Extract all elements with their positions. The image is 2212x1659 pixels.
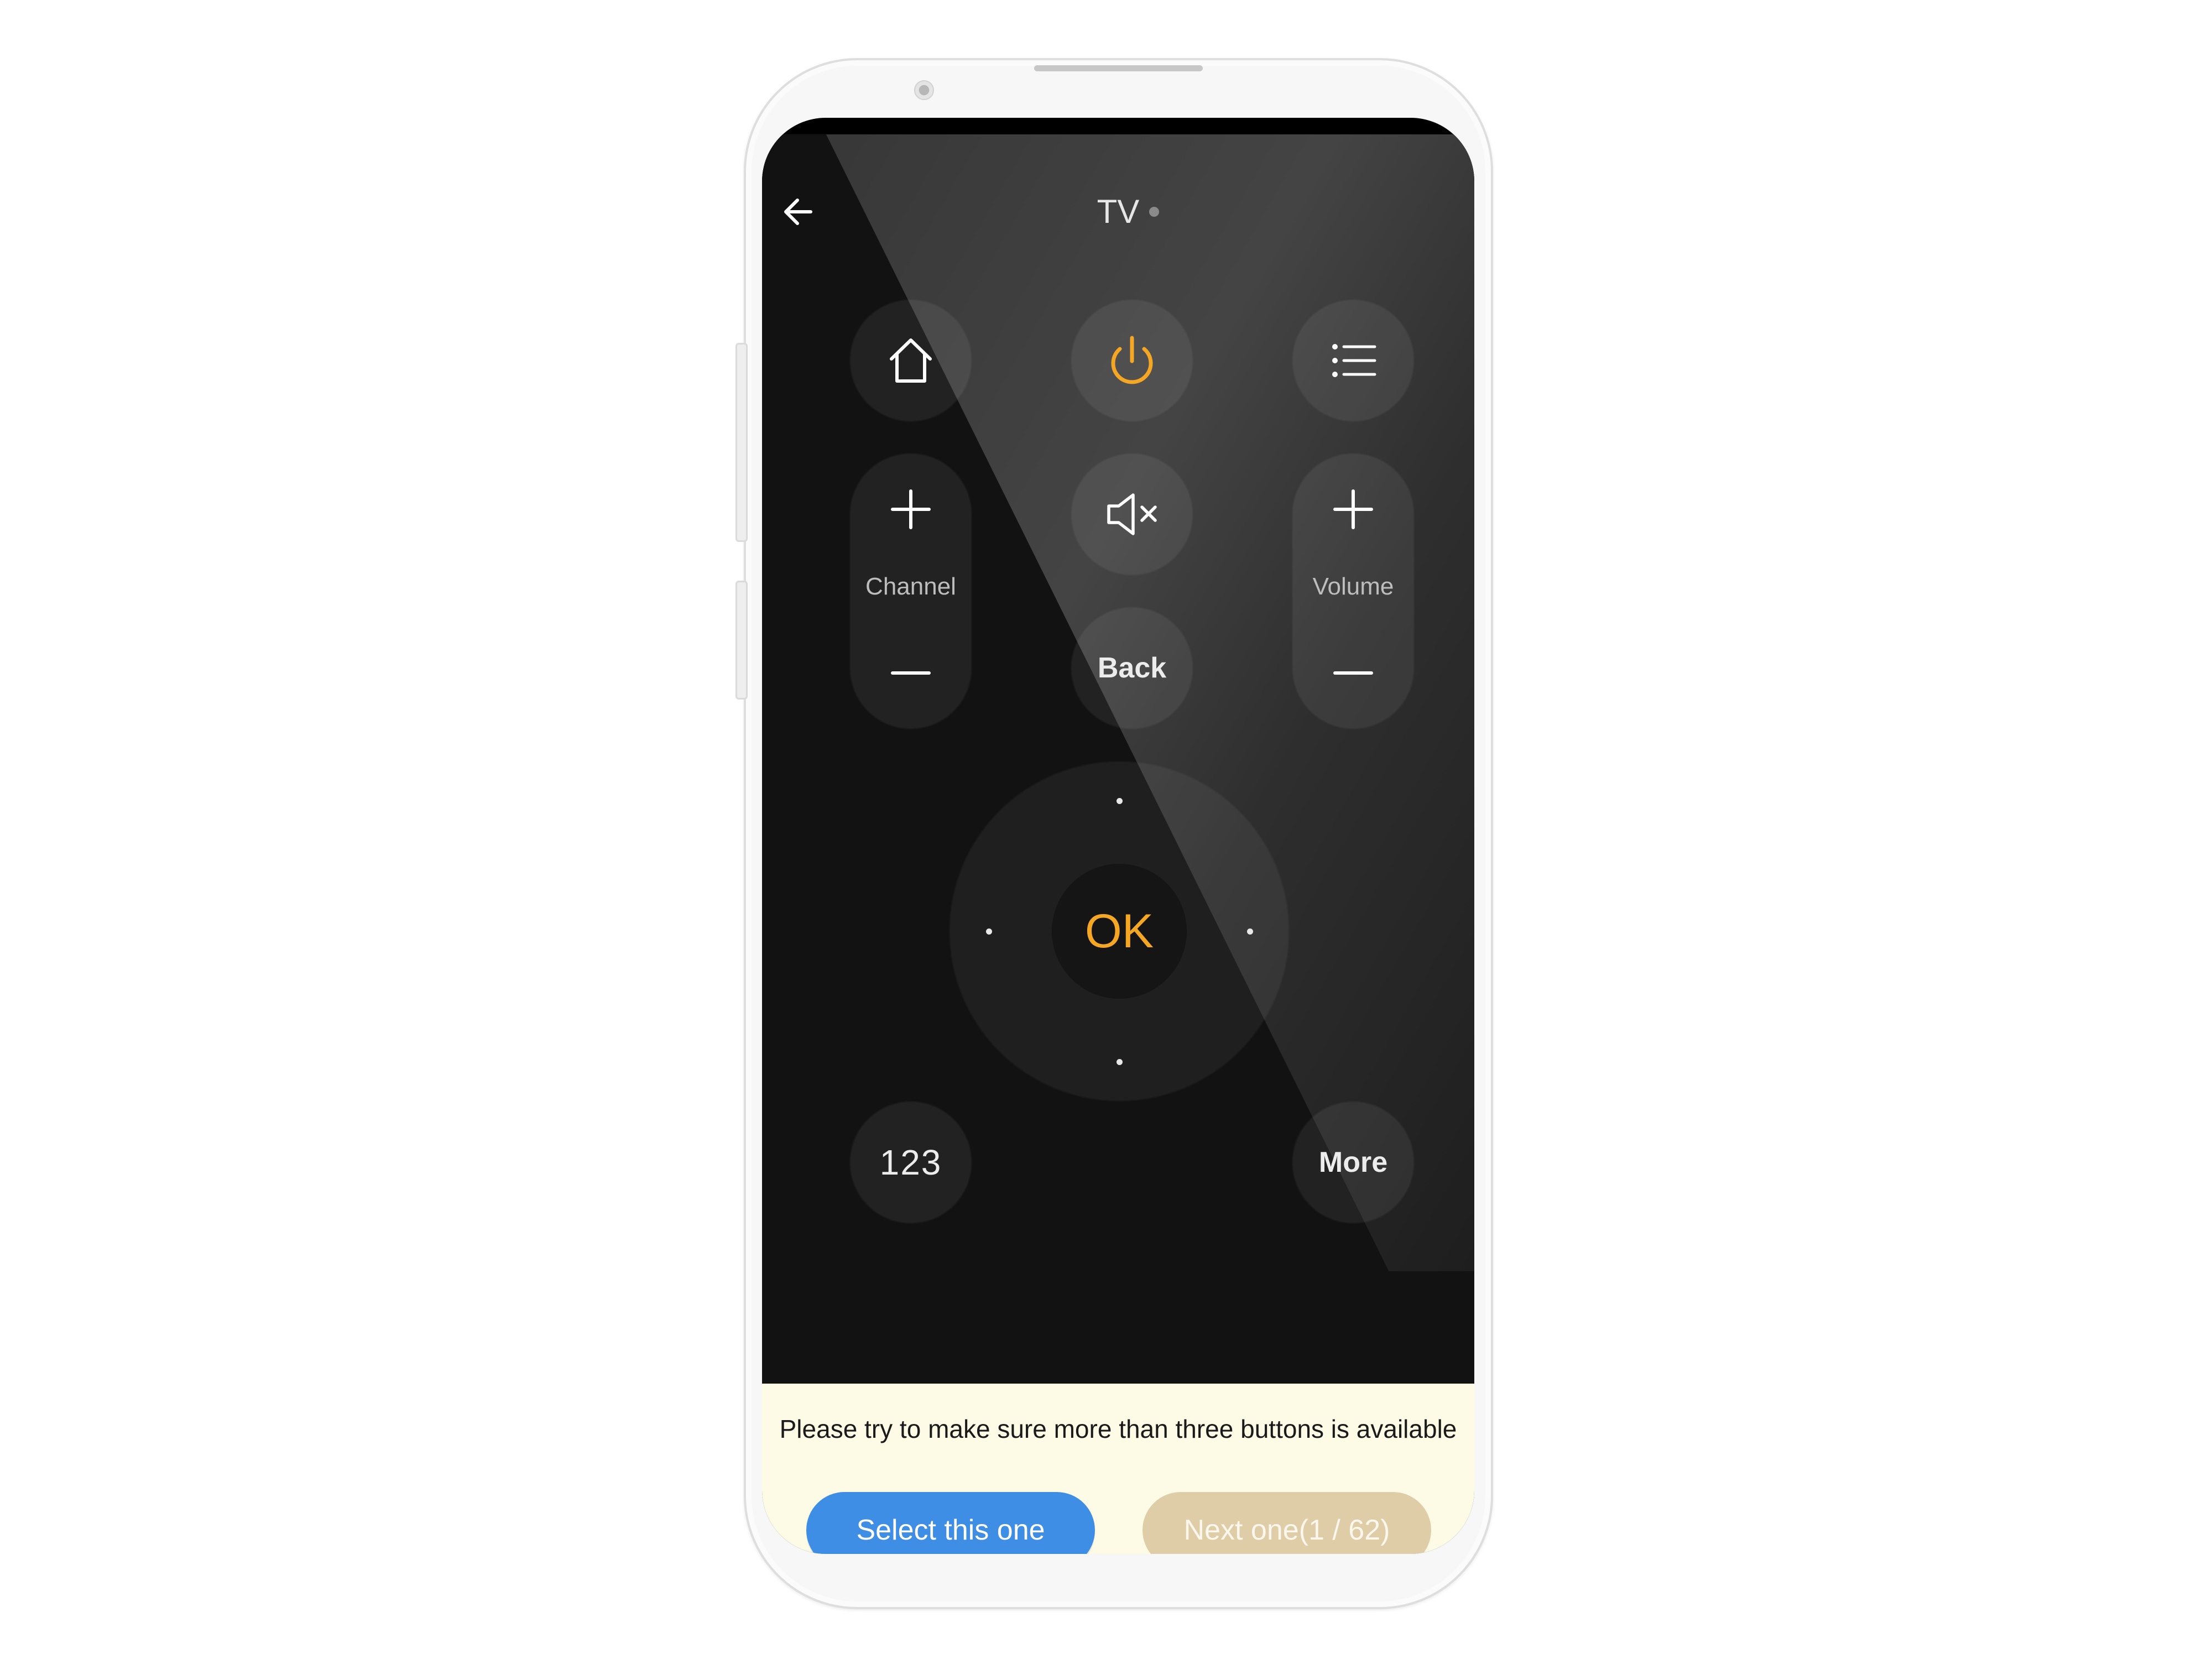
channel-up-button[interactable] [851,465,971,554]
dpad-left-dot [985,928,992,935]
next-one-button[interactable]: Next one(1 / 62) [1142,1492,1431,1554]
minus-icon [1333,671,1373,675]
home-icon [890,338,932,383]
mute-icon [1107,493,1157,535]
connection-status-dot [1149,207,1159,217]
volume-control: Volume [1293,454,1413,728]
dpad-right-dot [1246,928,1253,935]
phone-screen: TV Channel Volume Back OK 123 More Pleas… [762,118,1474,1554]
numpad-button[interactable]: 123 [851,1102,971,1223]
volume-down-button[interactable] [1293,629,1413,717]
select-this-one-button[interactable]: Select this one [806,1492,1095,1554]
front-camera [914,80,934,100]
dpad-right-button[interactable] [1217,898,1283,964]
channel-control: Channel [851,454,971,728]
menu-list-icon [1332,344,1376,377]
remote-app: TV Channel Volume Back OK 123 More [762,134,1474,1384]
ok-button[interactable]: OK [1052,864,1187,999]
remote-test-panel: Please try to make sure more than three … [762,1384,1474,1554]
numpad-button-label: 123 [879,1142,942,1182]
home-button[interactable] [851,300,971,421]
earpiece-speaker [1034,65,1203,71]
menu-button[interactable] [1293,300,1413,421]
power-icon [1111,336,1153,384]
channel-label: Channel [865,573,956,600]
mute-button[interactable] [1072,454,1192,575]
page-title: TV [1097,193,1140,230]
volume-label: Volume [1312,573,1394,600]
side-button-upper [735,343,748,542]
device-scene: TV Channel Volume Back OK 123 More Pleas… [0,0,2212,1659]
back-button-label: Back [1097,652,1167,684]
test-instruction-text: Please try to make sure more than three … [779,1415,1457,1443]
dpad-up-button[interactable] [1086,768,1152,834]
dpad-down-dot [1116,1058,1123,1065]
plus-icon [891,489,931,529]
dpad-up-dot [1116,797,1123,804]
power-button[interactable] [1072,300,1192,421]
more-button[interactable]: More [1293,1102,1413,1223]
minus-icon [891,671,931,675]
back-button[interactable]: Back [1072,608,1192,728]
ok-button-label: OK [1084,904,1154,958]
dpad-left-button[interactable] [956,898,1022,964]
side-button-lower [735,581,748,700]
directional-pad: OK [950,762,1288,1100]
channel-down-button[interactable] [851,629,971,717]
more-button-label: More [1318,1146,1388,1178]
volume-up-button[interactable] [1293,465,1413,554]
plus-icon [1333,489,1373,529]
dpad-down-button[interactable] [1086,1029,1152,1095]
